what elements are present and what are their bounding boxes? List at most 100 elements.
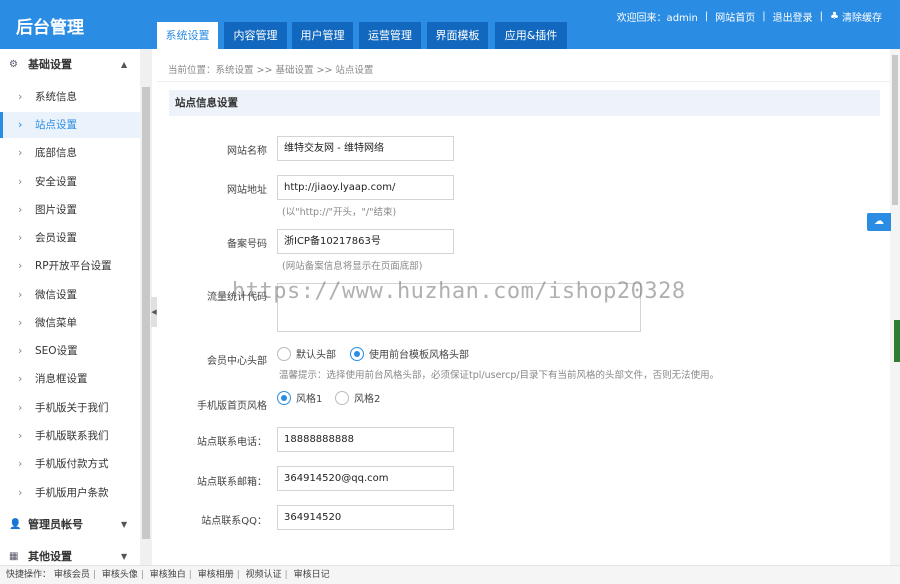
breadcrumb: 当前位置：系统设置 >> 基础设置 >> 站点设置 bbox=[168, 65, 374, 76]
mobile-style-label: 手机版首页风格 bbox=[197, 401, 267, 412]
scrollbar-thumb[interactable] bbox=[142, 87, 150, 539]
sidebar-item-system-info[interactable]: › 系统信息 bbox=[0, 84, 140, 110]
sidebar-item-mobile-about[interactable]: › 手机版关于我们 bbox=[0, 395, 140, 421]
email-label: 站点联系邮箱： bbox=[197, 477, 267, 488]
sidebar-item-label: 手机版联系我们 bbox=[35, 430, 109, 442]
tab-content-management[interactable]: 内容管理 bbox=[224, 22, 287, 49]
sidebar-item-site-settings[interactable]: › 站点设置 bbox=[0, 112, 140, 138]
divider: | bbox=[92, 570, 96, 580]
radio-label: 风格2 bbox=[354, 394, 381, 405]
member-head-hint: 温馨提示：选择使用前台风格头部，必须保证tpl/usercp/目录下有当前风格的… bbox=[279, 370, 720, 381]
chevron-down-icon: ▼ bbox=[121, 520, 128, 529]
cloud-icon[interactable]: ☁ bbox=[867, 213, 891, 231]
clear-cache-link[interactable]: 清除缓存 bbox=[842, 9, 882, 24]
icp-input[interactable]: 浙ICP备10217863号 bbox=[277, 229, 454, 254]
sidebar-item-mobile-payment[interactable]: › 手机版付款方式 bbox=[0, 451, 140, 477]
app-logo: 后台管理 bbox=[16, 18, 84, 38]
scrollbar-thumb[interactable] bbox=[892, 55, 898, 205]
home-link[interactable]: 网站首页 bbox=[715, 9, 755, 24]
sidebar-group-admin-accounts[interactable]: 👤 管理员帐号 ▼ bbox=[0, 511, 140, 539]
chevron-right-icon: › bbox=[18, 372, 23, 385]
chevron-right-icon: › bbox=[18, 118, 23, 131]
user-icon: 👤 bbox=[9, 519, 22, 530]
sidebar-item-mobile-terms[interactable]: › 手机版用户条款 bbox=[0, 480, 140, 506]
chevron-right-icon: › bbox=[18, 486, 23, 499]
sidebar-item-label: 手机版付款方式 bbox=[35, 458, 109, 470]
sidebar-item-label: 手机版用户条款 bbox=[35, 487, 109, 499]
site-name-label: 网站名称 bbox=[227, 146, 267, 157]
sidebar-item-label: 消息框设置 bbox=[35, 373, 88, 385]
quick-link-review-diaries[interactable]: 审核日记 bbox=[294, 570, 330, 580]
sidebar-item-message-box[interactable]: › 消息框设置 bbox=[0, 366, 140, 392]
site-url-hint: (以"http://"开头，"/"结束) bbox=[282, 207, 397, 218]
sidebar-group-label: 管理员帐号 bbox=[28, 518, 83, 531]
sidebar-item-open-platform[interactable]: › RP开放平台设置 bbox=[0, 253, 140, 279]
mobile-style-1-radio[interactable]: 风格1 bbox=[277, 390, 322, 405]
quick-link-video-verify[interactable]: 视频认证 bbox=[246, 570, 282, 580]
chevron-right-icon: › bbox=[18, 344, 23, 357]
header-links: 欢迎回来：admin | 网站首页 | 退出登录 | ♣ 清除缓存 bbox=[617, 9, 882, 24]
quick-actions-bar: 快捷操作： 审核会员 | 审核头像 | 审核独白 | 审核相册 | 视频认证 | 审核日记 bbox=[0, 565, 900, 584]
divider: | bbox=[236, 570, 240, 580]
tab-templates[interactable]: 界面模板 bbox=[427, 22, 488, 49]
tab-apps-plugins[interactable]: 应用&插件 bbox=[495, 22, 567, 49]
phone-label: 站点联系电话： bbox=[197, 437, 267, 448]
divider: | bbox=[762, 11, 766, 22]
top-header: 后台管理 系统设置 内容管理 用户管理 运营管理 界面模板 应用&插件 欢迎回来… bbox=[0, 0, 900, 49]
member-head-default-radio[interactable]: 默认头部 bbox=[277, 346, 336, 361]
sidebar-group-label: 基础设置 bbox=[28, 58, 72, 71]
radio-circle-selected[interactable] bbox=[277, 390, 291, 405]
tab-system-settings[interactable]: 系统设置 bbox=[157, 22, 218, 49]
sidebar-item-label: 系统信息 bbox=[35, 91, 77, 103]
sidebar-item-label: 微信菜单 bbox=[35, 317, 77, 329]
side-widget-tab[interactable] bbox=[894, 320, 900, 362]
phone-input[interactable]: 18888888888 bbox=[277, 427, 454, 452]
sidebar-item-member[interactable]: › 会员设置 bbox=[0, 225, 140, 251]
tab-operations[interactable]: 运营管理 bbox=[359, 22, 421, 49]
sidebar-item-wechat[interactable]: › 微信设置 bbox=[0, 282, 140, 308]
main-content: 当前位置：系统设置 >> 基础设置 >> 站点设置 站点信息设置 网站名称 维特… bbox=[157, 49, 890, 565]
divider: | bbox=[284, 570, 288, 580]
radio-circle-selected[interactable] bbox=[350, 346, 364, 361]
quick-link-review-monologue[interactable]: 审核独白 bbox=[150, 570, 186, 580]
sidebar: ⚙ 基础设置 ▲ › 系统信息 › 站点设置 › 底部信息 › 安全设置 › 图片设置 ›… bbox=[0, 49, 140, 565]
sidebar-item-wechat-menu[interactable]: › 微信菜单 bbox=[0, 310, 140, 336]
site-name-input[interactable]: 维特交友网 - 维特网络 bbox=[277, 136, 454, 161]
logout-link[interactable]: 退出登录 bbox=[773, 9, 813, 24]
sidebar-item-label: 安全设置 bbox=[35, 176, 77, 188]
radio-circle[interactable] bbox=[335, 390, 349, 405]
member-head-template-radio[interactable]: 使用前台模板风格头部 bbox=[350, 346, 469, 361]
chevron-right-icon: › bbox=[18, 401, 23, 414]
sidebar-item-mobile-contact[interactable]: › 手机版联系我们 bbox=[0, 423, 140, 449]
sidebar-item-seo[interactable]: › SEO设置 bbox=[0, 338, 140, 364]
sidebar-group-basic-settings[interactable]: ⚙ 基础设置 ▲ bbox=[0, 51, 140, 79]
quick-link-review-members[interactable]: 审核会员 bbox=[54, 570, 90, 580]
icp-label: 备案号码 bbox=[227, 239, 267, 250]
sidebar-group-label: 其他设置 bbox=[28, 550, 72, 563]
sidebar-item-footer-info[interactable]: › 底部信息 bbox=[0, 140, 140, 166]
sidebar-item-security[interactable]: › 安全设置 bbox=[0, 169, 140, 195]
main-scrollbar[interactable] bbox=[890, 49, 900, 565]
chevron-right-icon: › bbox=[18, 203, 23, 216]
chevron-up-icon: ▲ bbox=[121, 60, 128, 69]
divider: | bbox=[819, 11, 824, 22]
chevron-right-icon: › bbox=[18, 288, 23, 301]
sidebar-group-other-settings[interactable]: ▦ 其他设置 ▼ bbox=[0, 543, 140, 565]
email-input[interactable]: 364914520@qq.com bbox=[277, 466, 454, 491]
section-title: 站点信息设置 bbox=[169, 90, 880, 116]
divider bbox=[157, 81, 890, 82]
broom-icon: ♣ bbox=[830, 11, 839, 22]
tab-user-management[interactable]: 用户管理 bbox=[292, 22, 353, 49]
chevron-right-icon: › bbox=[18, 259, 23, 272]
qq-input[interactable]: 364914520 bbox=[277, 505, 454, 530]
sidebar-item-image[interactable]: › 图片设置 bbox=[0, 197, 140, 223]
radio-label: 默认头部 bbox=[296, 350, 336, 361]
sidebar-item-label: 底部信息 bbox=[35, 147, 77, 159]
chevron-right-icon: › bbox=[18, 146, 23, 159]
quick-link-review-avatars[interactable]: 审核头像 bbox=[102, 570, 138, 580]
quick-link-review-albums[interactable]: 审核相册 bbox=[198, 570, 234, 580]
sidebar-item-label: 手机版关于我们 bbox=[35, 402, 109, 414]
site-url-input[interactable]: http://jiaoy.lyaap.com/ bbox=[277, 175, 454, 200]
mobile-style-2-radio[interactable]: 风格2 bbox=[335, 390, 380, 405]
radio-circle[interactable] bbox=[277, 346, 291, 361]
